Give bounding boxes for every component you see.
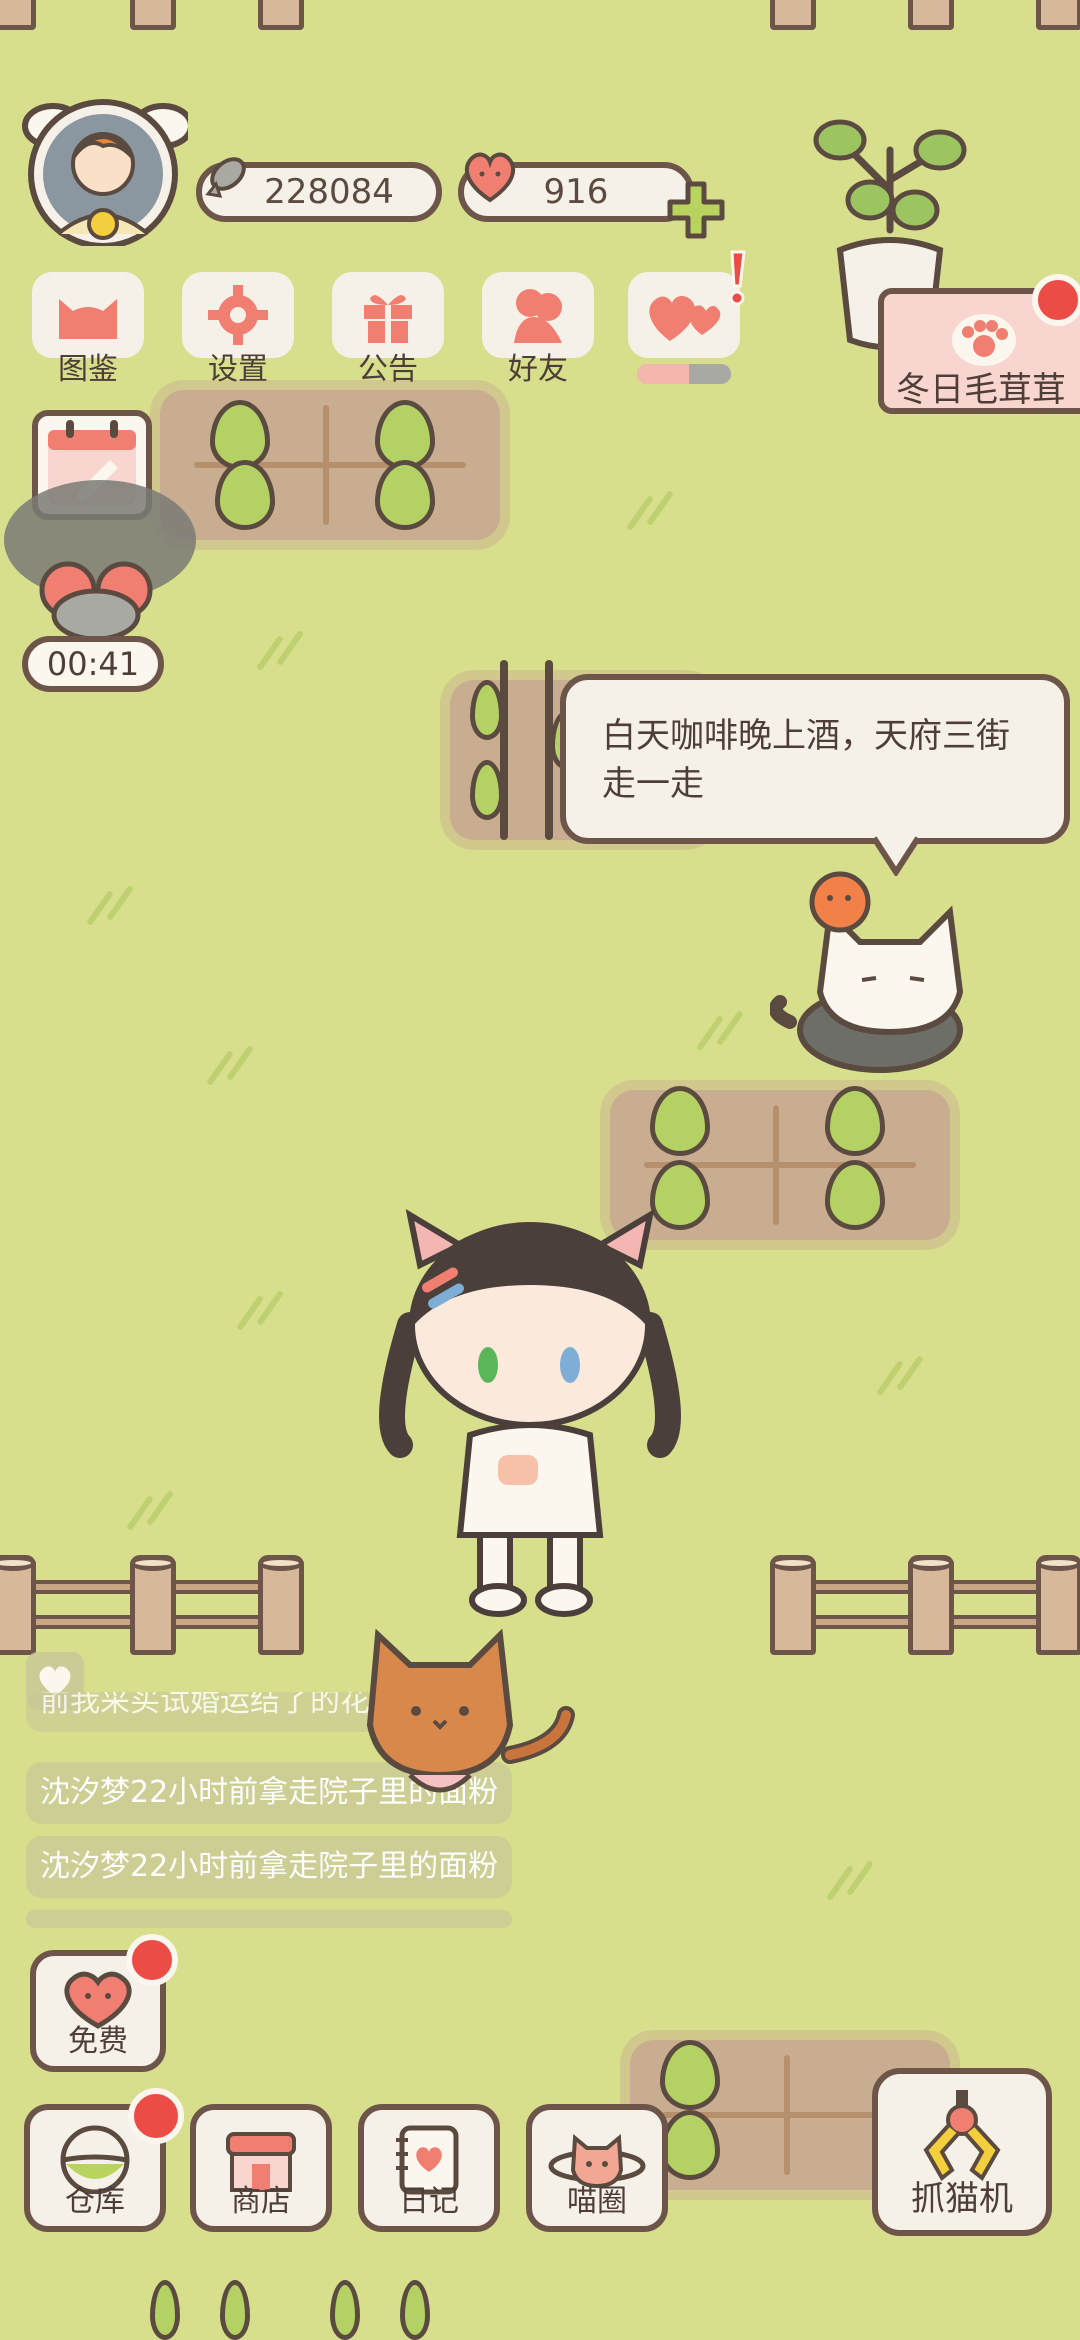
- friends-icon: [514, 289, 562, 343]
- bottom-nav-label: 喵圈: [567, 2184, 627, 2219]
- menu-label: 公告: [358, 352, 418, 387]
- diary-button[interactable]: 日记: [358, 2104, 500, 2232]
- white-cat-icon[interactable]: [770, 862, 1010, 1082]
- plus-icon[interactable]: [664, 178, 728, 242]
- free-badge: [126, 1934, 178, 1986]
- bottom-nav-label: 仓库: [65, 2184, 125, 2219]
- alert-exclamation-icon: [729, 250, 746, 306]
- free-label: 免费: [68, 2024, 128, 2059]
- tabby-cat-icon[interactable]: [350, 1625, 580, 1815]
- feed-item-text: 前我采买试婚运结了的花花: [40, 1692, 400, 1719]
- event-badge: [1032, 274, 1080, 326]
- cat-head-icon: [59, 299, 117, 339]
- fish-counter[interactable]: 228084: [196, 157, 442, 222]
- heart-face-icon: [464, 152, 516, 203]
- feed-item: [26, 1910, 512, 1928]
- speech-bubble: 白天咖啡晚上酒，天府三街走一走: [560, 674, 1070, 844]
- cat-circle-button[interactable]: 喵圈: [526, 2104, 668, 2232]
- player-avatar[interactable]: [18, 96, 194, 249]
- feed-item-text: 沈汐梦22小时前拿走院子里的面粉: [40, 1849, 499, 1884]
- claw-machine-button[interactable]: 抓猫机: [872, 2068, 1052, 2236]
- hearts-icon: [649, 296, 721, 341]
- speech-text: 白天咖啡晚上酒，天府三街走一走: [602, 716, 1010, 804]
- heart-counter[interactable]: 916: [458, 152, 694, 222]
- gift-icon: [364, 295, 412, 343]
- menu-label: 设置: [208, 352, 268, 387]
- avatar-portrait-icon: [22, 99, 194, 249]
- timer-value: 00:41: [46, 645, 140, 683]
- warehouse-badge: [128, 2088, 184, 2144]
- heart-amount: 916: [543, 172, 609, 212]
- bottom-nav-label: 商店: [231, 2184, 291, 2219]
- timer-badge: 00:41: [22, 636, 164, 692]
- hearts-progress-bar: [637, 364, 731, 384]
- fish-icon: [205, 157, 246, 198]
- player-character-icon[interactable]: [370, 1205, 690, 1625]
- event-banner-label: 冬日毛茸茸: [896, 370, 1066, 410]
- menu-collection-button[interactable]: 图鉴: [32, 272, 144, 388]
- shop-button[interactable]: 商店: [190, 2104, 332, 2232]
- menu-label: 图鉴: [58, 352, 118, 387]
- bottom-nav-label: 日记: [399, 2184, 459, 2219]
- visiting-mouse-icon[interactable]: [0, 440, 200, 640]
- menu-announcement-button[interactable]: 公告: [332, 272, 444, 388]
- feed-item: 沈汐梦22小时前拿走院子里的面粉: [26, 1836, 512, 1898]
- menu-label: 好友: [508, 352, 568, 387]
- menu-settings-button[interactable]: 设置: [182, 272, 294, 388]
- claw-machine-label: 抓猫机: [911, 2179, 1013, 2219]
- menu-friends-button[interactable]: 好友: [482, 272, 594, 388]
- gear-icon: [208, 285, 268, 345]
- paw-icon: [952, 314, 1016, 366]
- farm-plot[interactable]: [160, 390, 500, 540]
- fish-amount: 228084: [264, 172, 394, 212]
